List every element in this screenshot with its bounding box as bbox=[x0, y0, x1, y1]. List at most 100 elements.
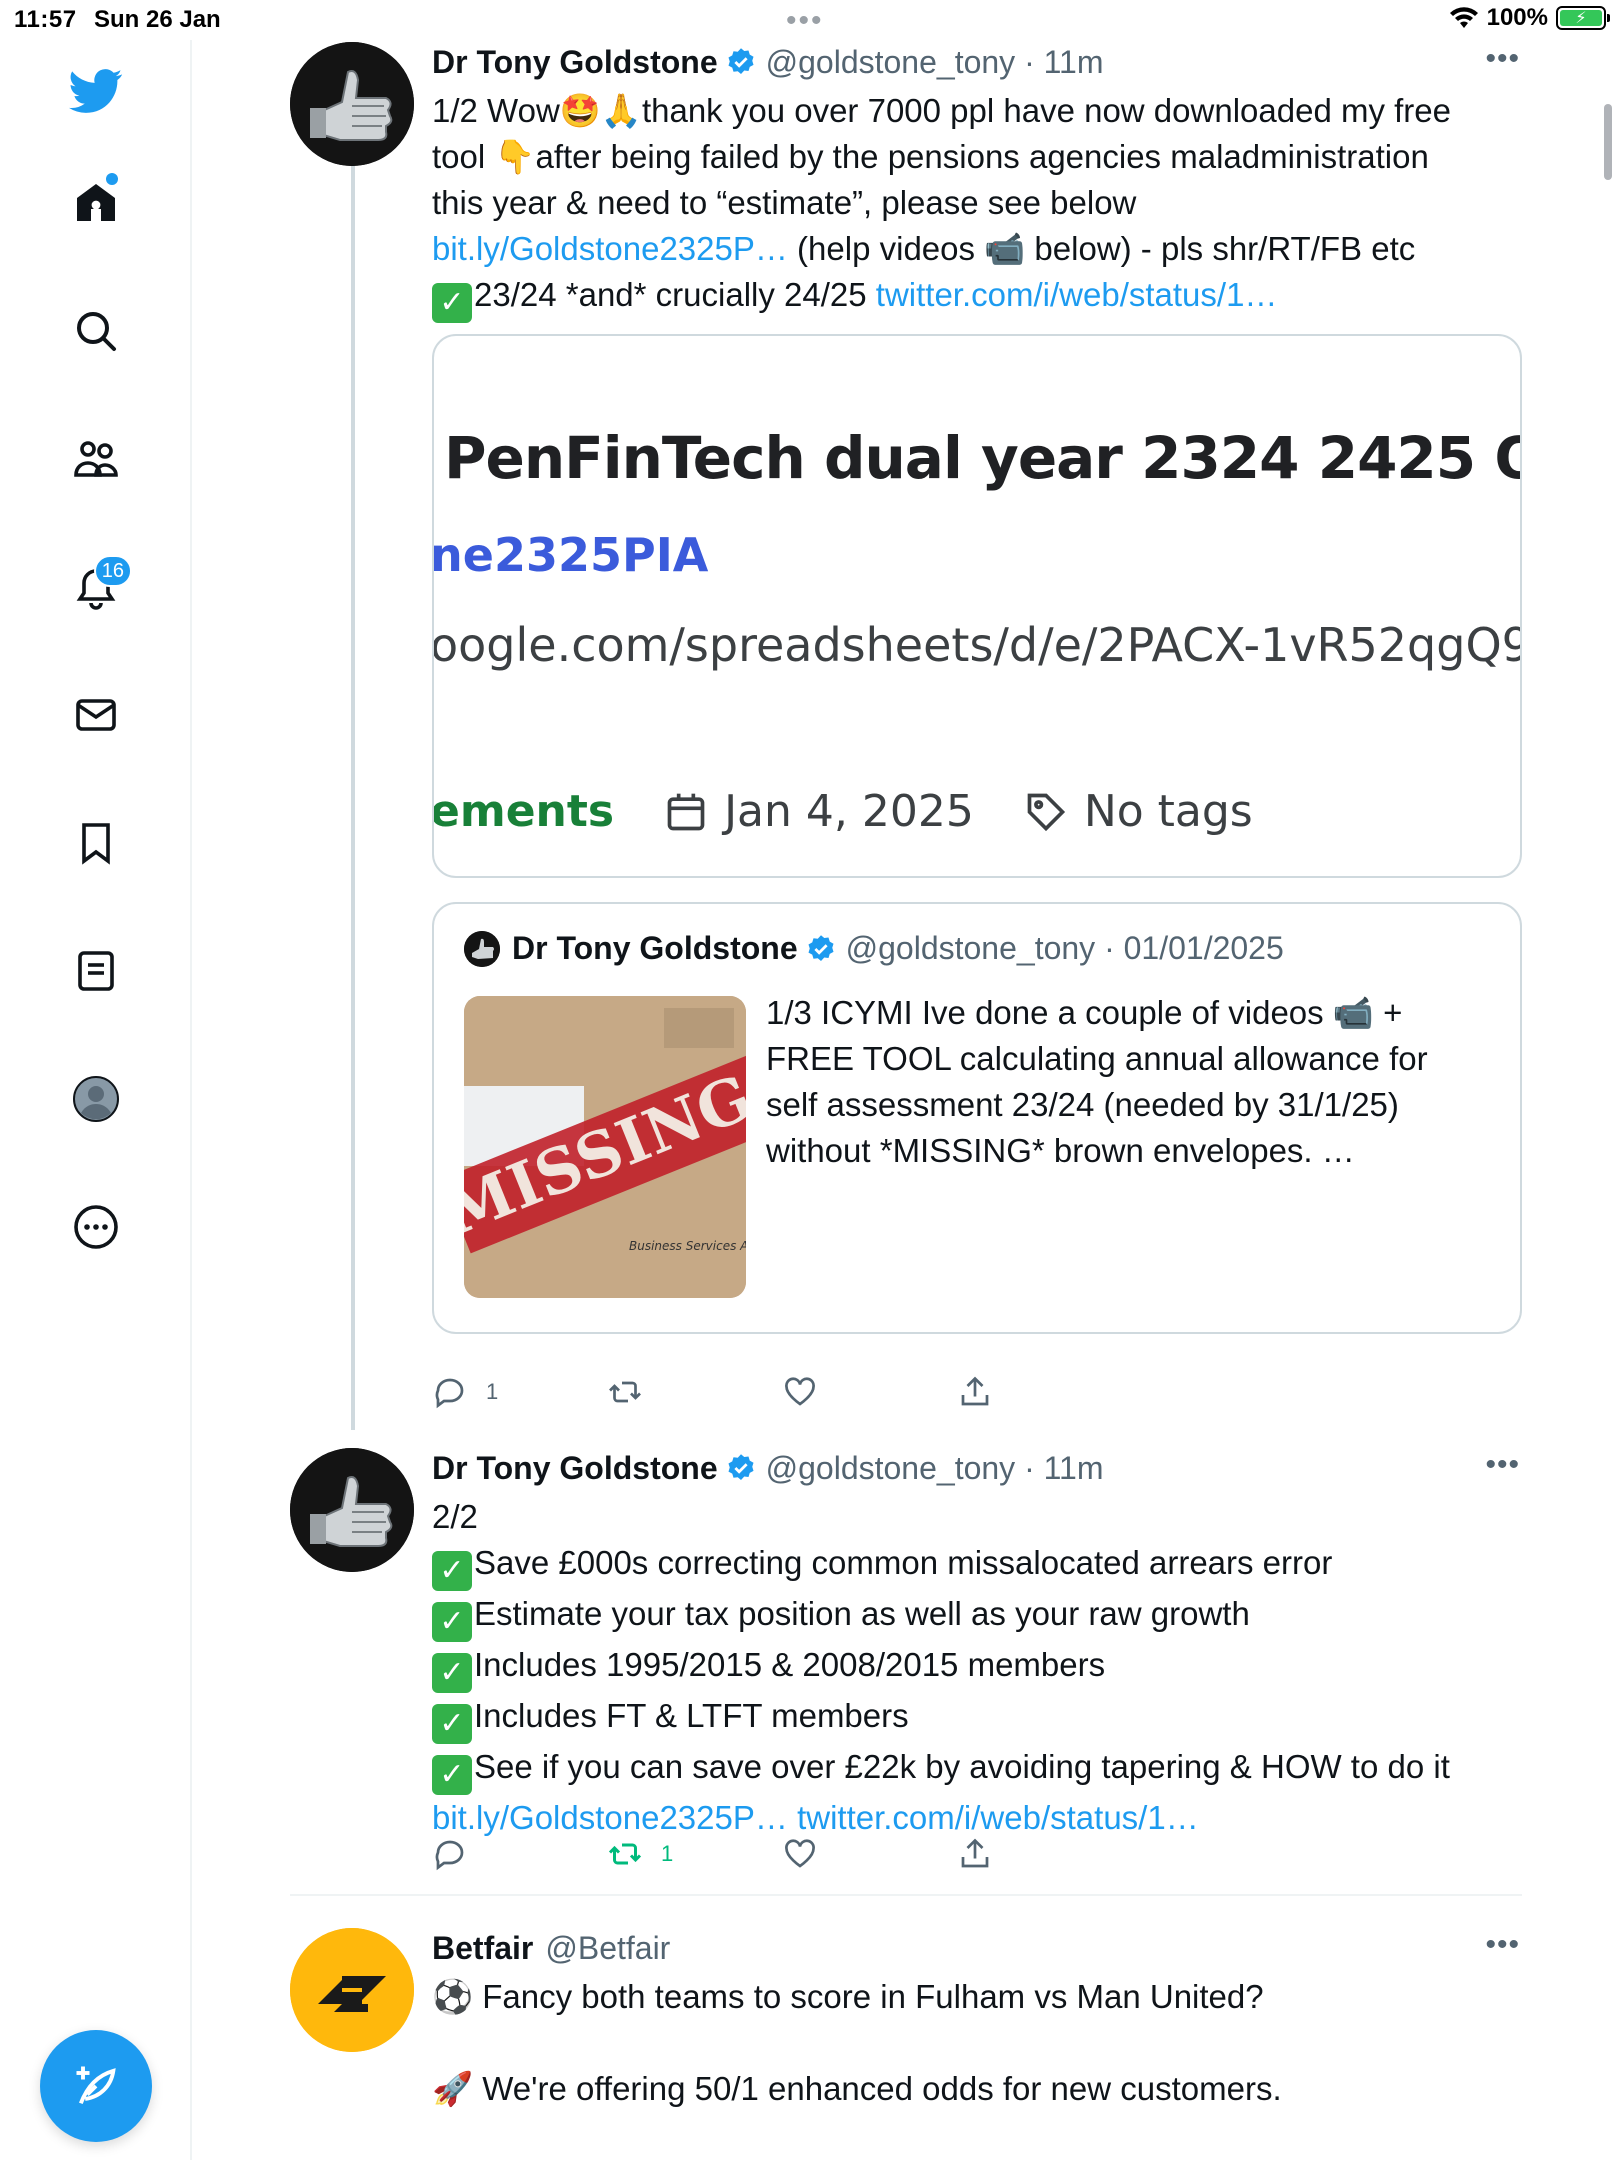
home-nav[interactable] bbox=[52, 159, 140, 247]
retweet-icon bbox=[608, 1843, 642, 1865]
lists-nav[interactable] bbox=[52, 927, 140, 1015]
tweet-3-promoted[interactable]: Betfair @Betfair ••• ⚽ Fancy both teams … bbox=[290, 1928, 1520, 2160]
reply-count: 1 bbox=[486, 1379, 499, 1404]
scrollbar[interactable] bbox=[1604, 104, 1612, 180]
notifications-nav[interactable]: 16 bbox=[52, 543, 140, 631]
avatar[interactable] bbox=[290, 42, 414, 166]
lists-icon bbox=[78, 951, 114, 991]
quote-image[interactable]: MISSING Business Services A bbox=[464, 996, 746, 1298]
checkmark-icon: ✓ bbox=[432, 283, 472, 323]
battery-icon: ⚡ bbox=[1556, 6, 1610, 30]
retweet-icon bbox=[609, 1381, 641, 1403]
heart-icon bbox=[785, 1839, 815, 1868]
author-handle[interactable]: @goldstone_tony bbox=[766, 1450, 1016, 1487]
retweet-button[interactable]: 1 bbox=[607, 1836, 782, 1872]
status-bar: 11:57 Sun 26 Jan ••• 100% ⚡ bbox=[0, 0, 1620, 40]
compose-feather-icon bbox=[76, 2066, 116, 2105]
tweet-time[interactable]: 11m bbox=[1044, 44, 1104, 81]
multitasking-dots-icon[interactable]: ••• bbox=[786, 4, 824, 38]
wifi-icon bbox=[1449, 7, 1478, 28]
tweet-link[interactable]: twitter.com/i/web/status/1… bbox=[876, 276, 1278, 313]
share-icon bbox=[961, 1376, 989, 1406]
preview-meta: ements Jan 4, 2025 No tags bbox=[432, 786, 1253, 837]
more-options-icon[interactable]: ••• bbox=[1485, 1928, 1520, 1962]
status-right: 100% ⚡ bbox=[1449, 4, 1610, 32]
profile-avatar-icon bbox=[73, 1076, 119, 1122]
compose-tweet-button[interactable] bbox=[40, 2030, 152, 2142]
quote-image-caption: Business Services A bbox=[629, 1239, 746, 1253]
share-icon bbox=[961, 1838, 989, 1868]
reply-button[interactable]: 1 bbox=[432, 1374, 607, 1410]
checkmark-icon: ✓ bbox=[432, 1653, 472, 1693]
tweet-time[interactable]: 11m bbox=[1044, 1450, 1104, 1487]
tweet-content: Dr Tony Goldstone @goldstone_tony · 11m … bbox=[432, 1448, 1520, 1841]
author-name[interactable]: Dr Tony Goldstone bbox=[432, 44, 718, 81]
calendar-icon bbox=[667, 793, 705, 830]
tweet-content: Betfair @Betfair ••• ⚽ Fancy both teams … bbox=[432, 1928, 1520, 2112]
betfair-avatar[interactable] bbox=[290, 1928, 414, 2052]
tweet-1[interactable]: Dr Tony Goldstone @goldstone_tony · 11m … bbox=[290, 42, 1522, 1422]
tweet-link[interactable]: bit.ly/Goldstone2325P… bbox=[432, 1799, 788, 1836]
author-handle[interactable]: @goldstone_tony bbox=[766, 44, 1016, 81]
profile-nav[interactable] bbox=[52, 1055, 140, 1143]
explore-nav[interactable] bbox=[52, 287, 140, 375]
more-options-icon[interactable]: ••• bbox=[1485, 42, 1520, 76]
communities-icon bbox=[74, 441, 118, 477]
tweet-link[interactable]: twitter.com/i/web/status/1… bbox=[797, 1799, 1199, 1836]
tweet-2[interactable]: Dr Tony Goldstone @goldstone_tony · 11m … bbox=[290, 1448, 1520, 1908]
quote-text: 1/3 ICYMI Ive done a couple of videos 📹 … bbox=[766, 994, 1428, 1169]
like-button[interactable] bbox=[782, 1374, 957, 1410]
heart-icon bbox=[785, 1377, 815, 1406]
tweet-text: ⚽ Fancy both teams to score in Fulham vs… bbox=[432, 1978, 1282, 2107]
battery-percent: 100% bbox=[1486, 4, 1548, 31]
avatar[interactable] bbox=[290, 1448, 414, 1572]
retweet-button[interactable] bbox=[607, 1374, 782, 1410]
notifications-badge: 16 bbox=[93, 555, 132, 587]
tweet-actions: 1 bbox=[432, 1836, 1132, 1872]
communities-nav[interactable] bbox=[52, 415, 140, 503]
tweet-actions: 1 bbox=[432, 1374, 1132, 1410]
timeline[interactable]: Dr Tony Goldstone @goldstone_tony · 11m … bbox=[192, 40, 1620, 2160]
reply-icon bbox=[435, 1840, 464, 1871]
checkmark-icon: ✓ bbox=[432, 1551, 472, 1591]
quote-header: Dr Tony Goldstone @goldstone_tony · 01/0… bbox=[464, 930, 1284, 967]
preview-slug: ne2325PIA bbox=[432, 528, 709, 582]
bookmarks-nav[interactable] bbox=[52, 799, 140, 887]
author-name[interactable]: Dr Tony Goldstone bbox=[432, 1450, 718, 1487]
status-time: 11:57 bbox=[14, 6, 77, 33]
share-button[interactable] bbox=[957, 1374, 1132, 1410]
tweet-link[interactable]: bit.ly/Goldstone2325P… bbox=[432, 230, 788, 267]
share-button[interactable] bbox=[957, 1836, 1132, 1872]
reply-button[interactable] bbox=[432, 1836, 607, 1872]
tweet-header: Betfair @Betfair bbox=[432, 1928, 1520, 1968]
tag-icon bbox=[1027, 793, 1065, 831]
sidebar: 16 bbox=[0, 40, 192, 2160]
more-options-icon[interactable]: ••• bbox=[1485, 1448, 1520, 1482]
quote-avatar bbox=[464, 930, 500, 967]
preview-title: PenFinTech dual year 2324 2425 Off bbox=[444, 424, 1522, 492]
more-nav[interactable] bbox=[52, 1183, 140, 1271]
quoted-tweet[interactable]: Dr Tony Goldstone @goldstone_tony · 01/0… bbox=[432, 902, 1522, 1334]
author-handle[interactable]: @Betfair bbox=[545, 1930, 670, 1967]
mail-icon bbox=[76, 699, 116, 731]
more-circle-icon bbox=[74, 1205, 118, 1249]
reply-icon bbox=[435, 1378, 464, 1409]
verified-badge-icon bbox=[728, 1454, 754, 1480]
twitter-logo-icon[interactable] bbox=[52, 47, 140, 135]
retweet-count: 1 bbox=[661, 1841, 674, 1866]
tweet-header: Dr Tony Goldstone @goldstone_tony · 11m bbox=[432, 1449, 1104, 1487]
verified-badge-icon bbox=[728, 48, 754, 74]
like-button[interactable] bbox=[782, 1836, 957, 1872]
checkmark-icon: ✓ bbox=[432, 1755, 472, 1795]
tweet-header: Dr Tony Goldstone @goldstone_tony · 11m bbox=[432, 43, 1104, 81]
home-icon bbox=[77, 184, 115, 221]
bookmark-icon bbox=[82, 823, 110, 865]
tweet-content: Dr Tony Goldstone @goldstone_tony · 11m … bbox=[432, 42, 1522, 1334]
messages-nav[interactable] bbox=[52, 671, 140, 759]
tweet-divider bbox=[290, 1894, 1522, 1896]
tweet-text: 2/2 ✓ Save £000s correcting common missal… bbox=[432, 1498, 1450, 1836]
tweet-text: 1/2 Wow🤩🙏thank you over 7000 ppl have no… bbox=[432, 88, 1520, 323]
author-name[interactable]: Betfair bbox=[432, 1930, 533, 1967]
link-preview-card[interactable]: PenFinTech dual year 2324 2425 Off ne232… bbox=[432, 334, 1522, 878]
checkmark-icon: ✓ bbox=[432, 1704, 472, 1744]
